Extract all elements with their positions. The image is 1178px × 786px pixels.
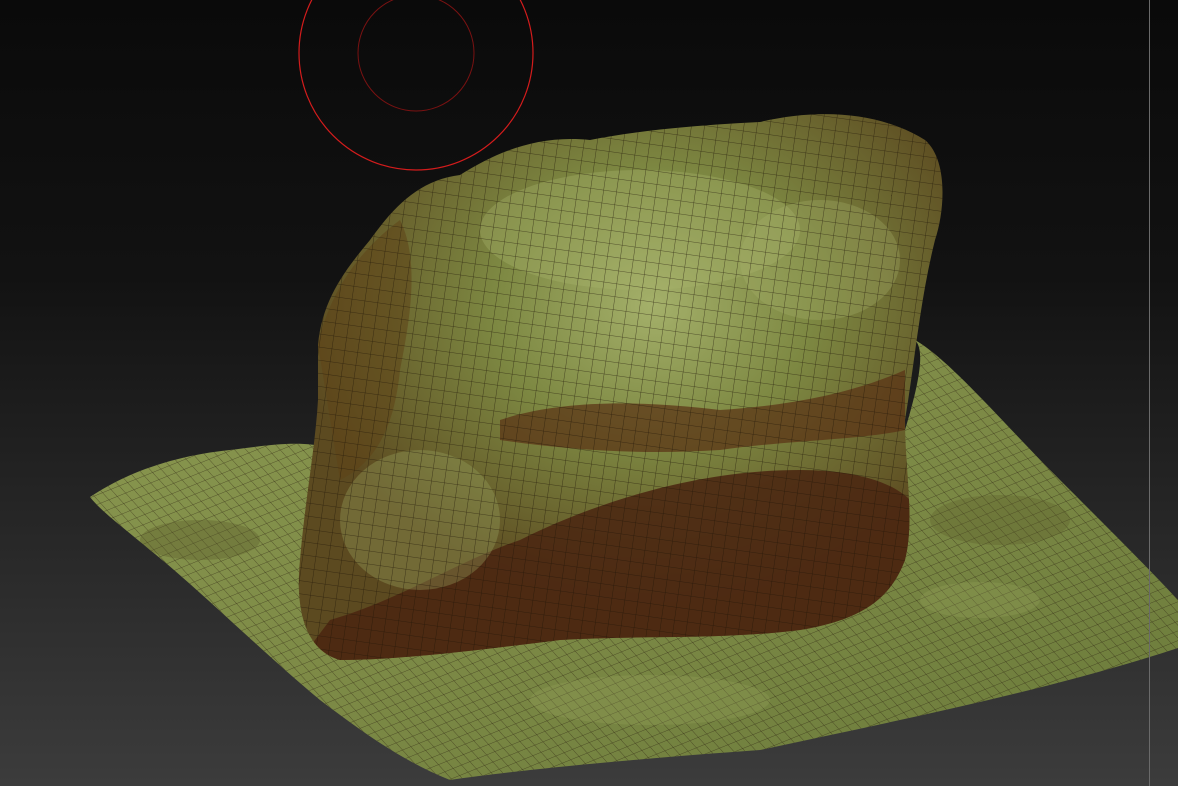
viewport-canvas[interactable] bbox=[0, 0, 1178, 786]
viewport-edge-divider bbox=[1149, 0, 1150, 786]
sculpt-viewport[interactable] bbox=[0, 0, 1178, 786]
